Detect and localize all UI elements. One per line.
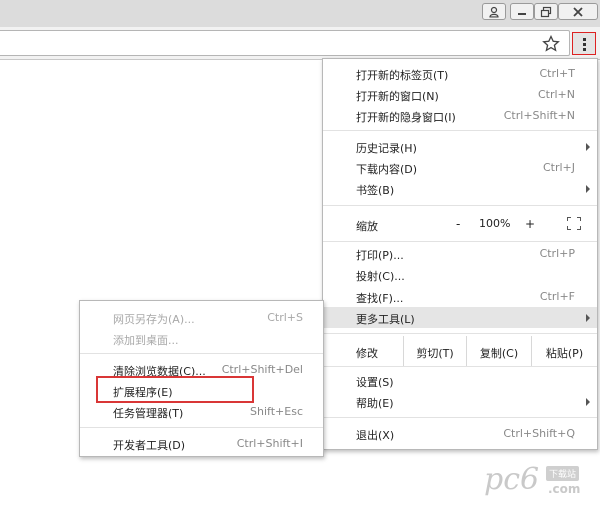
user-icon	[489, 6, 499, 17]
bookmark-star-icon[interactable]	[542, 35, 560, 53]
menu-item-bookmarks[interactable]: 书签(B)	[323, 178, 597, 199]
close-icon	[573, 6, 583, 17]
submenu-item-developer-tools[interactable]: 开发者工具(D) Ctrl+Shift+I	[80, 433, 323, 454]
window-titlebar	[0, 0, 600, 27]
restore-icon	[540, 6, 552, 17]
menu-item-new-window[interactable]: 打开新的窗口(N) Ctrl+N	[323, 84, 597, 105]
menu-item-more-tools[interactable]: 更多工具(L)	[323, 307, 597, 328]
paste-button[interactable]: 粘贴(P)	[531, 336, 597, 366]
zoom-label: 缩放	[356, 220, 378, 233]
submenu-arrow-icon	[586, 314, 590, 322]
submenu-arrow-icon	[586, 398, 590, 406]
fullscreen-icon[interactable]	[567, 217, 581, 230]
menu-separator	[323, 333, 597, 334]
close-button[interactable]	[558, 3, 598, 20]
restore-button[interactable]	[534, 3, 558, 20]
watermark-logo: pc6 下载站 .com	[484, 462, 581, 497]
submenu-item-add-to-desktop: 添加到桌面...	[113, 334, 179, 347]
address-bar[interactable]	[0, 30, 570, 56]
zoom-level: 100%	[479, 217, 511, 230]
submenu-arrow-icon	[586, 143, 590, 151]
menu-item-settings[interactable]: 设置(S)	[323, 370, 597, 391]
zoom-in-button[interactable]: +	[525, 217, 535, 231]
menu-item-downloads[interactable]: 下载内容(D) Ctrl+J	[323, 157, 597, 178]
menu-separator	[323, 366, 597, 367]
menu-item-help[interactable]: 帮助(E)	[323, 391, 597, 412]
menu-item-history[interactable]: 历史记录(H)	[323, 136, 597, 157]
minimize-button[interactable]	[510, 3, 534, 20]
submenu-arrow-icon	[586, 185, 590, 193]
menu-separator	[323, 241, 597, 242]
highlight-box-extensions	[96, 376, 254, 403]
zoom-row: 缩放 - 100% +	[323, 209, 597, 239]
menu-item-cast[interactable]: 投射(C)...	[323, 264, 597, 285]
edit-row: 修改 剪切(T) 复制(C) 粘贴(P)	[323, 336, 597, 366]
browser-toolbar	[0, 27, 600, 60]
edit-label: 修改	[356, 347, 378, 360]
menu-separator	[80, 353, 323, 354]
submenu-item-save-page: 网页另存为(A)... Ctrl+S	[113, 311, 303, 326]
menu-item-exit[interactable]: 退出(X) Ctrl+Shift+Q	[323, 423, 597, 444]
chrome-main-menu: 打开新的标签页(T) Ctrl+T 打开新的窗口(N) Ctrl+N 打开新的隐…	[322, 58, 598, 450]
chrome-menu-button[interactable]	[572, 32, 596, 55]
menu-separator	[323, 205, 597, 206]
menu-dots-icon	[583, 38, 586, 41]
menu-item-print[interactable]: 打印(P)... Ctrl+P	[323, 243, 597, 264]
menu-item-find[interactable]: 查找(F)... Ctrl+F	[323, 286, 597, 307]
menu-separator	[323, 417, 597, 418]
menu-item-new-tab[interactable]: 打开新的标签页(T) Ctrl+T	[323, 63, 597, 84]
menu-item-new-incognito[interactable]: 打开新的隐身窗口(I) Ctrl+Shift+N	[323, 105, 597, 126]
cut-button[interactable]: 剪切(T)	[403, 336, 466, 366]
menu-separator	[323, 130, 597, 131]
copy-button[interactable]: 复制(C)	[466, 336, 531, 366]
submenu-item-task-manager[interactable]: 任务管理器(T) Shift+Esc	[80, 401, 323, 422]
profile-button[interactable]	[482, 3, 506, 20]
zoom-out-button[interactable]: -	[456, 217, 460, 231]
menu-separator	[80, 427, 323, 428]
minimize-icon	[518, 12, 526, 15]
